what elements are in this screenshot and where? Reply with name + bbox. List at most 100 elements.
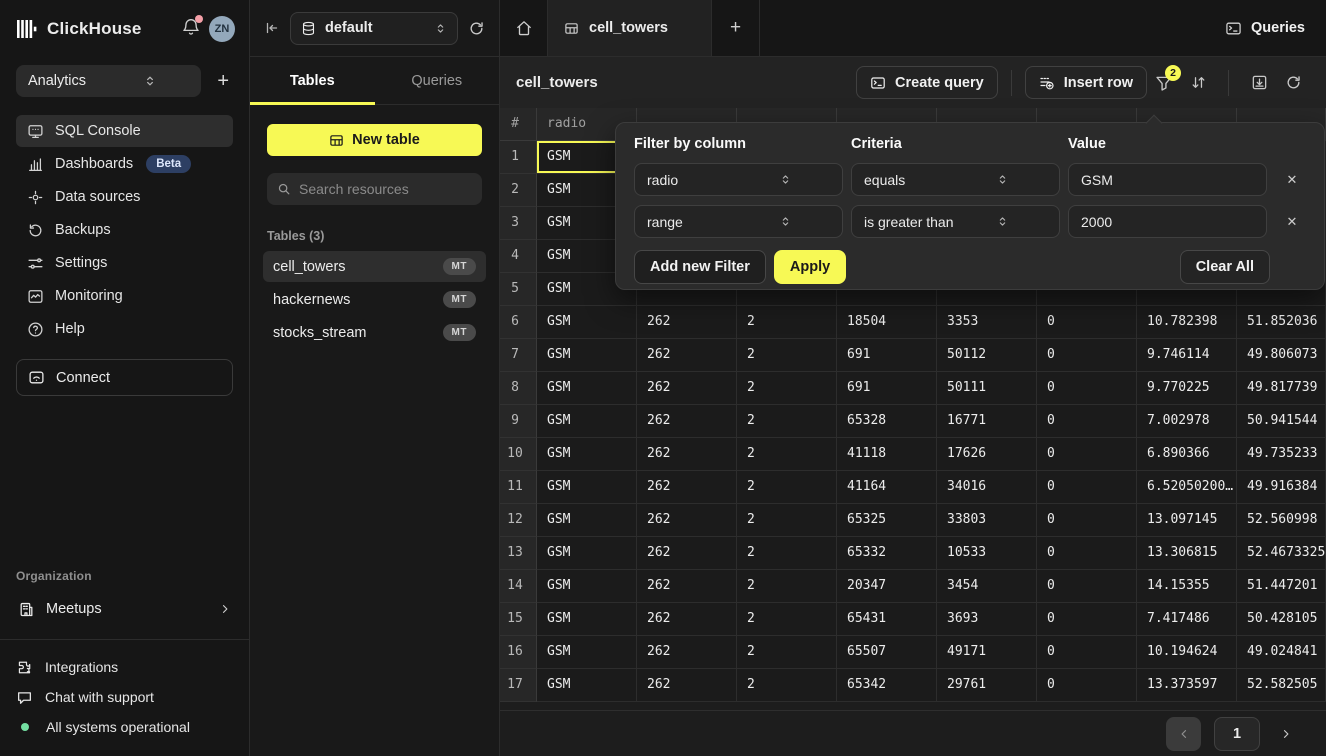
table-cell[interactable]: 49.817739 xyxy=(1237,372,1326,405)
table-cell[interactable]: 17626 xyxy=(937,438,1037,471)
table-cell[interactable]: 65332 xyxy=(837,537,937,570)
table-cell[interactable]: 0 xyxy=(1037,438,1137,471)
add-workspace-button[interactable]: + xyxy=(213,70,233,93)
table-cell[interactable]: 0 xyxy=(1037,504,1137,537)
table-cell[interactable]: 65328 xyxy=(837,405,937,438)
footer-item-chat-with-support[interactable]: Chat with support xyxy=(16,682,233,712)
table-cell[interactable]: 3454 xyxy=(937,570,1037,603)
table-cell[interactable]: 262 xyxy=(637,471,737,504)
table-cell[interactable]: 20347 xyxy=(837,570,937,603)
table-cell[interactable]: 52.4673325 xyxy=(1237,537,1326,570)
table-cell[interactable]: 2 xyxy=(737,669,837,702)
table-cell[interactable]: 0 xyxy=(1037,603,1137,636)
table-cell[interactable]: GSM xyxy=(537,537,637,570)
connect-button[interactable]: Connect xyxy=(16,359,233,396)
tab-cell-towers[interactable]: cell_towers xyxy=(547,0,712,56)
table-cell[interactable]: 16771 xyxy=(937,405,1037,438)
table-cell[interactable]: 65342 xyxy=(837,669,937,702)
table-cell[interactable]: 2 xyxy=(737,504,837,537)
filter-criteria-select[interactable]: is greater than xyxy=(851,205,1060,238)
download-button[interactable] xyxy=(1242,66,1276,99)
table-cell[interactable]: 2 xyxy=(737,636,837,669)
table-cell[interactable]: 3353 xyxy=(937,306,1037,339)
table-cell[interactable]: 50111 xyxy=(937,372,1037,405)
table-cell[interactable]: 10.194624 xyxy=(1137,636,1237,669)
new-tab-button[interactable]: + xyxy=(712,0,760,56)
table-cell[interactable]: 65507 xyxy=(837,636,937,669)
table-cell[interactable]: 262 xyxy=(637,504,737,537)
table-cell[interactable]: GSM xyxy=(537,669,637,702)
table-cell[interactable]: 2 xyxy=(737,603,837,636)
footer-item-integrations[interactable]: Integrations xyxy=(16,652,233,682)
table-cell[interactable]: 13.097145 xyxy=(1137,504,1237,537)
table-cell[interactable]: 52.582505 xyxy=(1237,669,1326,702)
table-cell[interactable]: 50.428105 xyxy=(1237,603,1326,636)
workspace-select[interactable]: Analytics xyxy=(16,65,201,97)
table-cell[interactable]: 262 xyxy=(637,669,737,702)
table-cell[interactable]: GSM xyxy=(537,603,637,636)
table-cell[interactable]: 691 xyxy=(837,339,937,372)
table-cell[interactable]: 41164 xyxy=(837,471,937,504)
table-item-cell_towers[interactable]: cell_towersMT xyxy=(263,251,486,282)
table-cell[interactable]: GSM xyxy=(537,504,637,537)
table-cell[interactable]: 0 xyxy=(1037,306,1137,339)
filter-column-select[interactable]: radio xyxy=(634,163,843,196)
new-table-button[interactable]: New table xyxy=(267,124,482,156)
add-filter-button[interactable]: Add new Filter xyxy=(634,250,766,284)
table-cell[interactable]: 13.306815 xyxy=(1137,537,1237,570)
avatar[interactable]: ZN xyxy=(209,16,235,42)
home-button[interactable] xyxy=(500,0,547,56)
table-cell[interactable]: 262 xyxy=(637,306,737,339)
table-cell[interactable]: 7.417486 xyxy=(1137,603,1237,636)
table-cell[interactable]: 49.806073 xyxy=(1237,339,1326,372)
filter-value-input[interactable] xyxy=(1068,205,1267,238)
table-cell[interactable]: GSM xyxy=(537,438,637,471)
table-cell[interactable]: 7.002978 xyxy=(1137,405,1237,438)
table-cell[interactable]: 2 xyxy=(737,438,837,471)
table-cell[interactable]: 0 xyxy=(1037,471,1137,504)
sidebar-item-data-sources[interactable]: Data sources xyxy=(16,181,233,213)
queries-button[interactable]: Queries xyxy=(1204,0,1326,56)
table-cell[interactable]: 6.52050200… xyxy=(1137,471,1237,504)
table-cell[interactable]: 65325 xyxy=(837,504,937,537)
table-cell[interactable]: 0 xyxy=(1037,405,1137,438)
table-cell[interactable]: 262 xyxy=(637,405,737,438)
column-header[interactable]: # xyxy=(500,108,537,141)
remove-filter-button[interactable]: ✕ xyxy=(1275,214,1309,230)
table-cell[interactable]: 3693 xyxy=(937,603,1037,636)
sidebar-item-backups[interactable]: Backups xyxy=(16,214,233,246)
sort-button[interactable] xyxy=(1181,66,1215,99)
table-cell[interactable]: 49.024841 xyxy=(1237,636,1326,669)
refresh-data-button[interactable] xyxy=(1276,66,1310,99)
table-cell[interactable]: GSM xyxy=(537,636,637,669)
table-cell[interactable]: 2 xyxy=(737,471,837,504)
table-item-hackernews[interactable]: hackernewsMT xyxy=(263,284,486,315)
apply-filters-button[interactable]: Apply xyxy=(774,250,846,284)
table-cell[interactable]: 0 xyxy=(1037,339,1137,372)
table-cell[interactable]: 51.447201 xyxy=(1237,570,1326,603)
notifications-button[interactable] xyxy=(182,18,200,39)
explorer-tab-queries[interactable]: Queries xyxy=(375,57,500,104)
table-cell[interactable]: 41118 xyxy=(837,438,937,471)
table-cell[interactable]: 6.890366 xyxy=(1137,438,1237,471)
table-cell[interactable]: GSM xyxy=(537,372,637,405)
table-cell[interactable]: 2 xyxy=(737,570,837,603)
sidebar-item-dashboards[interactable]: DashboardsBeta xyxy=(16,148,233,180)
table-cell[interactable]: 2 xyxy=(737,306,837,339)
table-cell[interactable]: 13.373597 xyxy=(1137,669,1237,702)
table-cell[interactable]: 0 xyxy=(1037,537,1137,570)
filter-button[interactable]: 2 xyxy=(1147,66,1181,99)
sidebar-item-monitoring[interactable]: Monitoring xyxy=(16,280,233,312)
database-select[interactable]: default xyxy=(290,12,458,45)
table-cell[interactable]: 2 xyxy=(737,537,837,570)
page-number-box[interactable]: 1 xyxy=(1214,717,1260,751)
table-cell[interactable]: 262 xyxy=(637,636,737,669)
collapse-panel-icon[interactable] xyxy=(264,20,280,36)
insert-row-button[interactable]: Insert row xyxy=(1025,66,1147,99)
filter-criteria-select[interactable]: equals xyxy=(851,163,1060,196)
table-cell[interactable]: 65431 xyxy=(837,603,937,636)
table-cell[interactable]: GSM xyxy=(537,306,637,339)
prev-page-button[interactable] xyxy=(1166,717,1201,751)
table-cell[interactable]: 18504 xyxy=(837,306,937,339)
table-cell[interactable]: 691 xyxy=(837,372,937,405)
